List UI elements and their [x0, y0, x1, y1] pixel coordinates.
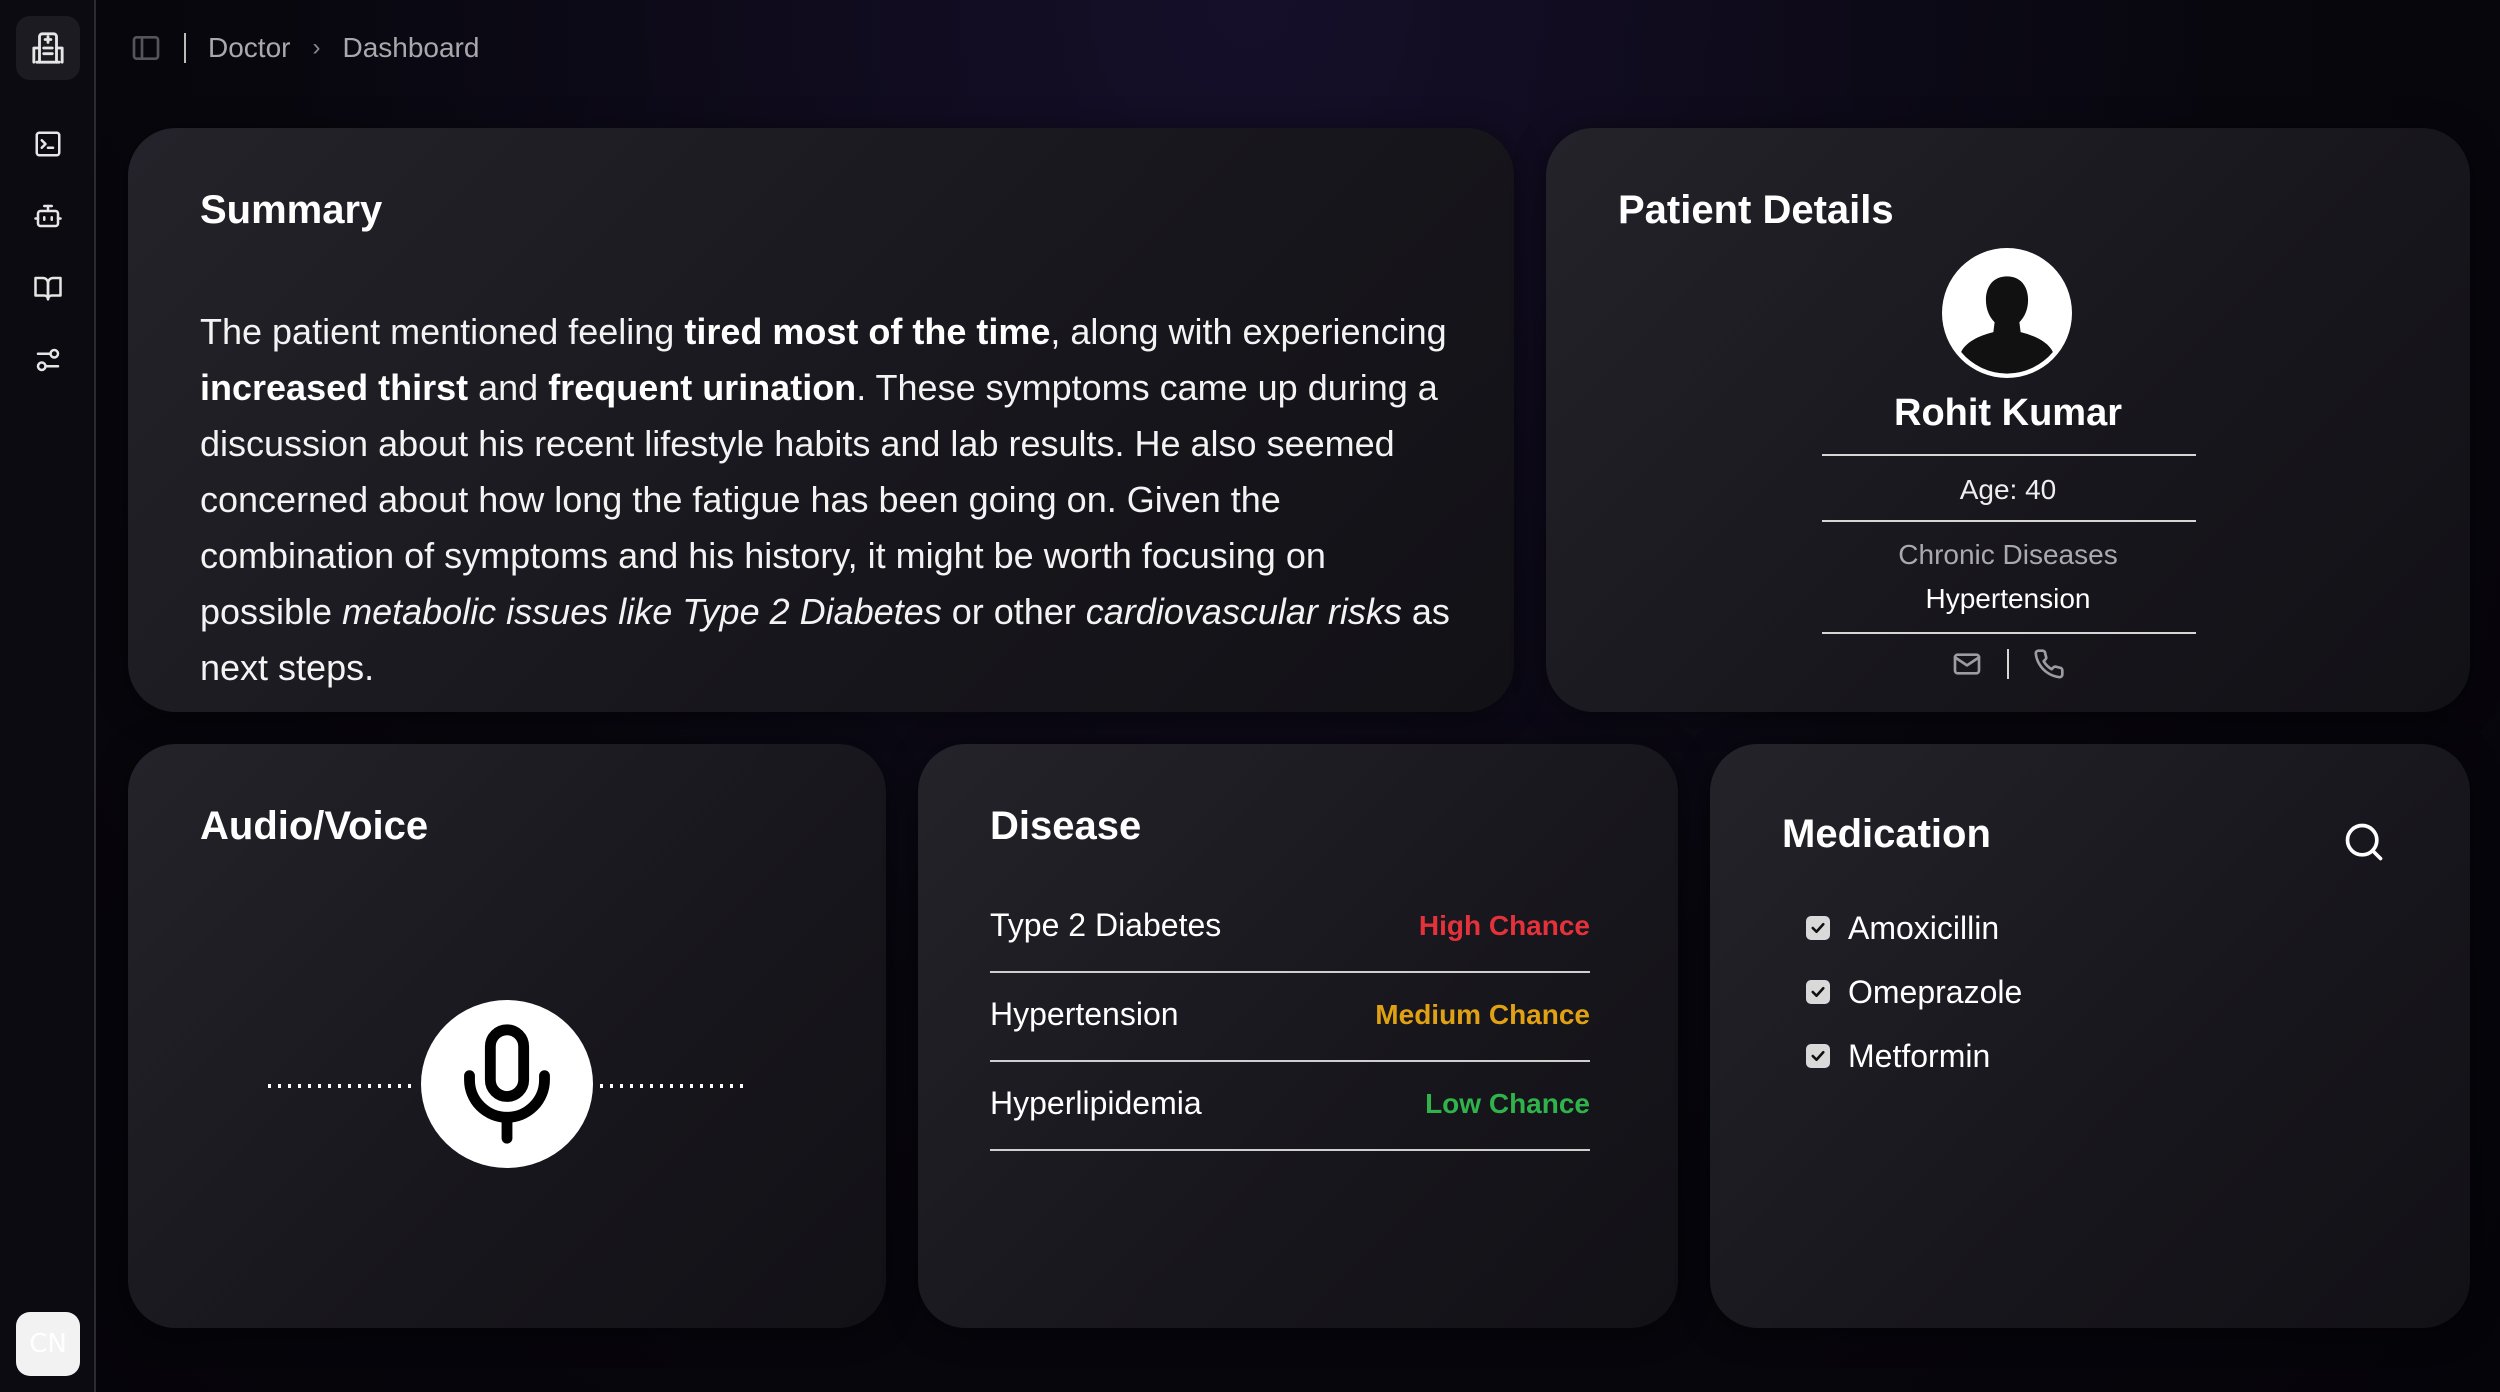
- medication-list: Amoxicillin Omeprazole Metformin: [1806, 896, 2022, 1088]
- microphone-icon: [464, 1024, 550, 1144]
- disease-chance-badge: High Chance: [1418, 909, 1590, 941]
- record-button[interactable]: [421, 1000, 593, 1168]
- search-icon: [2345, 823, 2383, 861]
- chronic-diseases-value: Hypertension: [1925, 583, 2091, 614]
- user-avatar[interactable]: CN: [16, 1312, 80, 1376]
- summary-segment: or other: [941, 591, 1086, 632]
- medication-label: Amoxicillin: [1848, 909, 2000, 946]
- disease-list: Type 2 Diabetes High Chance Hypertension…: [990, 884, 1590, 1151]
- patient-age: Age: 40: [1959, 474, 2057, 505]
- sidebar-toggle-icon[interactable]: [130, 32, 162, 64]
- disease-chance-badge: Low Chance: [1425, 1087, 1590, 1119]
- app-logo[interactable]: [16, 16, 80, 80]
- list-item: Hypertension Medium Chance: [990, 973, 1590, 1062]
- summary-segment: , along with experiencing: [1050, 311, 1447, 352]
- summary-segment: The patient mentioned feeling: [200, 311, 685, 352]
- summary-text: The patient mentioned feeling tired most…: [200, 304, 1450, 696]
- audio-voice-title: Audio/Voice: [200, 804, 429, 848]
- disease-card: Disease Type 2 Diabetes High Chance Hype…: [918, 744, 1678, 1328]
- breadcrumb-divider: [184, 33, 186, 63]
- patient-details-card: Patient Details Rohit Kumar Age: 40 Chro…: [1546, 128, 2470, 712]
- summary-segment: and: [468, 367, 549, 408]
- sidebar-item-docs[interactable]: [16, 260, 80, 316]
- medication-label: Omeprazole: [1848, 973, 2023, 1010]
- phone-icon[interactable]: [2033, 648, 2065, 680]
- settings-sliders-icon: [36, 348, 60, 372]
- sidebar-item-terminal[interactable]: [16, 116, 80, 172]
- medication-card: Medication Amoxicillin Omeprazole Metfor…: [1710, 744, 2470, 1328]
- summary-emphasis: metabolic issues like Type 2 Diabetes: [342, 591, 942, 632]
- list-item: Metformin: [1806, 1024, 2022, 1088]
- terminal-icon: [35, 131, 61, 157]
- check-icon: [1811, 986, 1825, 998]
- breadcrumb-dashboard: Dashboard: [342, 32, 480, 63]
- divider: [1822, 632, 2196, 634]
- medication-checkbox[interactable]: [1806, 916, 1830, 940]
- mail-icon[interactable]: [1951, 648, 1983, 680]
- sidebar: CN: [0, 0, 96, 1392]
- summary-highlight: tired most of the time: [684, 311, 1051, 352]
- waveform-left: [268, 1084, 414, 1088]
- contact-divider: [2007, 649, 2009, 679]
- disease-name: Hypertension: [990, 996, 1179, 1032]
- disease-title: Disease: [990, 804, 1142, 848]
- medication-checkbox[interactable]: [1806, 980, 1830, 1004]
- waveform-right: [600, 1084, 746, 1088]
- book-open-icon: [34, 276, 62, 301]
- medication-label: Metformin: [1848, 1037, 1991, 1074]
- patient-avatar: [1942, 248, 2072, 378]
- audio-voice-card: Audio/Voice: [128, 744, 886, 1328]
- bot-icon: [34, 204, 62, 228]
- divider: [1822, 454, 2196, 456]
- disease-name: Type 2 Diabetes: [990, 907, 1222, 943]
- breadcrumb-doctor[interactable]: Doctor: [208, 32, 290, 64]
- disease-name: Hyperlipidemia: [990, 1085, 1202, 1121]
- summary-title: Summary: [200, 188, 383, 232]
- summary-emphasis: cardiovascular risks: [1085, 591, 1402, 632]
- list-item: Omeprazole: [1806, 960, 2022, 1024]
- summary-highlight: frequent urination: [548, 367, 857, 408]
- sidebar-item-settings[interactable]: [16, 332, 80, 388]
- summary-card: Summary The patient mentioned feeling ti…: [128, 128, 1514, 712]
- medication-title: Medication: [1782, 812, 1991, 856]
- breadcrumb: Doctor › Dashboard: [130, 28, 479, 68]
- list-item: Amoxicillin: [1806, 896, 2022, 960]
- summary-highlight: increased thirst: [200, 367, 469, 408]
- contact-actions: [1546, 648, 2470, 680]
- list-item: Hyperlipidemia Low Chance: [990, 1062, 1590, 1151]
- patient-details-title: Patient Details: [1618, 188, 1894, 232]
- patient-name: Rohit Kumar: [1894, 392, 2122, 434]
- chevron-right-icon: ›: [312, 34, 321, 61]
- list-item: Type 2 Diabetes High Chance: [990, 884, 1590, 973]
- check-icon: [1811, 922, 1825, 934]
- disease-chance-badge: Medium Chance: [1375, 998, 1590, 1030]
- chronic-diseases-label: Chronic Diseases: [1898, 539, 2118, 570]
- person-silhouette-icon: [1946, 255, 2068, 377]
- divider: [1822, 520, 2196, 522]
- check-icon: [1811, 1050, 1825, 1062]
- sidebar-item-bot[interactable]: [16, 188, 80, 244]
- voice-recorder: [128, 1000, 886, 1170]
- medication-checkbox[interactable]: [1806, 1044, 1830, 1068]
- search-button[interactable]: [2342, 820, 2386, 864]
- hospital-icon: [32, 32, 64, 64]
